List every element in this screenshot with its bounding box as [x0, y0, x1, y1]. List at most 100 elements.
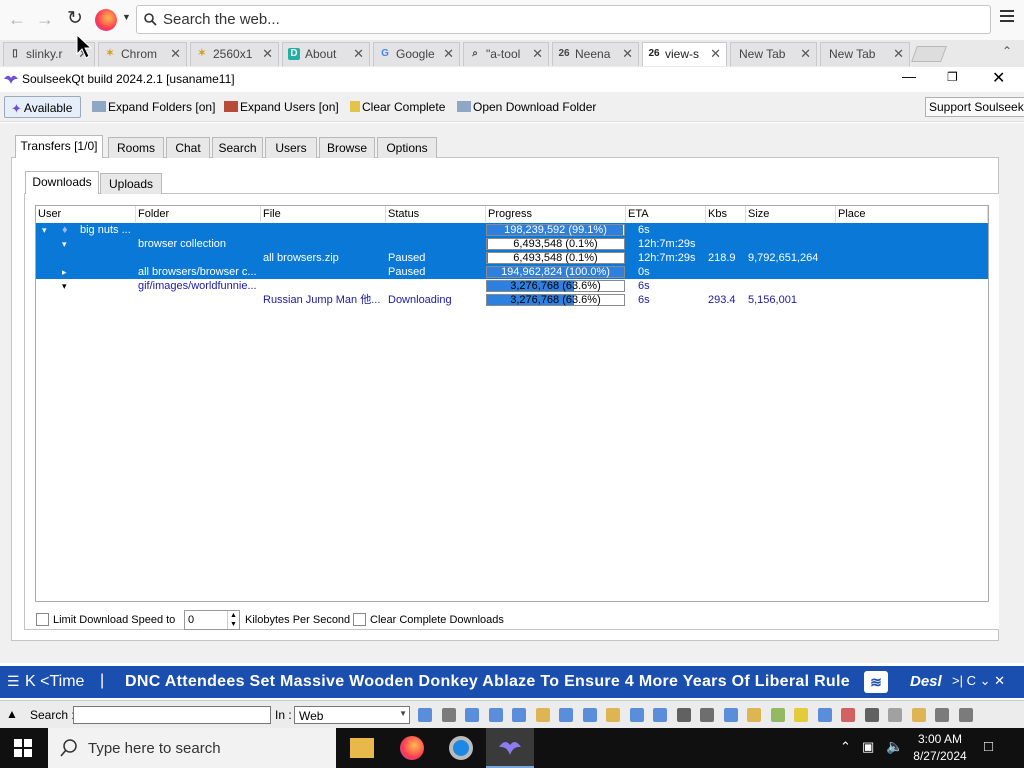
- table-row[interactable]: ▾ gif/images/worldfunnie... 3,276,768 (63.…: [36, 279, 988, 293]
- tree-expander-icon[interactable]: ▸: [62, 265, 67, 279]
- tab-close-icon[interactable]: ✕: [262, 46, 273, 62]
- clear-complete-button[interactable]: Clear Complete: [350, 96, 445, 118]
- folder-icon[interactable]: [535, 708, 550, 722]
- page-icon[interactable]: [441, 708, 456, 722]
- back-arrow-icon[interactable]: ←: [6, 8, 28, 30]
- browser-tab[interactable]: New Tab ✕: [820, 42, 910, 66]
- forward-arrow-icon[interactable]: →: [34, 8, 56, 30]
- support-soulseek-button[interactable]: Support Soulseek!: [925, 97, 1024, 117]
- tab-close-icon[interactable]: ✕: [353, 46, 364, 62]
- browser-tab[interactable]: New Tab ✕: [730, 42, 817, 66]
- tab-transfers[interactable]: Transfers [1/0]: [15, 135, 103, 158]
- tab-close-icon[interactable]: ✕: [170, 46, 181, 62]
- clipboard-icon[interactable]: [723, 708, 738, 722]
- minus-icon[interactable]: [911, 708, 926, 722]
- arrow-right-icon[interactable]: [958, 708, 973, 722]
- column-header-eta[interactable]: ETA: [626, 206, 706, 222]
- file-explorer-icon[interactable]: [350, 738, 374, 758]
- dictionary-icon[interactable]: [512, 708, 526, 722]
- battery-icon[interactable]: [864, 708, 879, 722]
- tab-close-icon[interactable]: ✕: [443, 46, 454, 62]
- diamond-icon[interactable]: [770, 708, 785, 722]
- tools-icon[interactable]: [888, 708, 902, 722]
- bulb-icon[interactable]: [794, 708, 808, 722]
- tab-rooms[interactable]: Rooms: [108, 137, 164, 158]
- browser-tab[interactable]: D About ✕: [282, 42, 370, 66]
- network-icon[interactable]: ▣: [862, 739, 874, 755]
- clock-time[interactable]: 3:00 AM: [914, 732, 966, 746]
- column-header-progress[interactable]: Progress: [486, 206, 626, 222]
- column-header-user[interactable]: User: [36, 206, 136, 222]
- notifications-icon[interactable]: □: [984, 738, 993, 755]
- url-search-box[interactable]: Search the web...: [136, 5, 991, 34]
- search-engine-select[interactable]: Web ▼: [294, 706, 410, 724]
- available-button[interactable]: ✦ Available: [4, 96, 82, 118]
- dollar-icon[interactable]: [817, 708, 832, 722]
- browser-tab[interactable]: 26 Neena ✕: [552, 42, 639, 66]
- rss-icon[interactable]: ≋: [864, 671, 888, 693]
- ribbon-icon[interactable]: [676, 708, 691, 722]
- tab-browse[interactable]: Browse: [319, 137, 375, 158]
- ticker-controls-icon[interactable]: >| C ⌄ ✕: [952, 673, 1005, 689]
- tab-close-icon[interactable]: ✕: [532, 46, 543, 62]
- browser-tab[interactable]: G Google ✕: [373, 42, 460, 66]
- users-icon[interactable]: [629, 708, 644, 722]
- history-icon[interactable]: [465, 708, 479, 722]
- table-row[interactable]: all browsers.zip Paused 6,493,548 (0.1%) 12…: [36, 251, 988, 265]
- windows-start-icon[interactable]: [14, 739, 32, 757]
- spin-arrows-icon[interactable]: ▲ ▼: [227, 611, 237, 629]
- reload-icon[interactable]: ↻: [64, 8, 86, 30]
- browser-tab[interactable]: 26 view-s ✕: [642, 42, 727, 66]
- tab-options[interactable]: Options: [377, 137, 437, 158]
- toolbar-search-input[interactable]: [73, 706, 271, 724]
- clock-date[interactable]: 8/27/2024: [910, 749, 970, 763]
- firefox-icon[interactable]: [400, 736, 424, 760]
- expand-folders-button[interactable]: Expand Folders [on]: [92, 96, 215, 118]
- column-header-size[interactable]: Size: [746, 206, 836, 222]
- stocks-icon[interactable]: [841, 708, 855, 722]
- open-download-folder-button[interactable]: Open Download Folder: [457, 96, 596, 118]
- chevron-down-icon[interactable]: ▼: [122, 12, 131, 22]
- tree-expander-icon[interactable]: ▾: [42, 223, 47, 237]
- tab-close-icon[interactable]: ✕: [710, 46, 721, 62]
- column-header-place[interactable]: Place: [836, 206, 988, 222]
- news-icon[interactable]: [582, 708, 597, 722]
- column-header-kbs[interactable]: Kbs: [706, 206, 746, 222]
- ticker-headline[interactable]: DNC Attendees Set Massive Wooden Donkey …: [125, 673, 850, 691]
- table-row[interactable]: ▸ all browsers/browser c... Paused 194,962,…: [36, 265, 988, 279]
- browser-tab[interactable]: ✶ 2560x1 ✕: [190, 42, 279, 66]
- limit-speed-checkbox[interactable]: [36, 613, 49, 626]
- menu-icon[interactable]: [1000, 10, 1014, 22]
- tab-downloads[interactable]: Downloads: [25, 171, 99, 194]
- column-header-file[interactable]: File: [261, 206, 386, 222]
- chromium-icon[interactable]: [449, 736, 473, 760]
- tab-chat[interactable]: Chat: [166, 137, 210, 158]
- expand-users-button[interactable]: Expand Users [on]: [224, 96, 339, 118]
- tab-overflow-icon[interactable]: ⌃: [1002, 44, 1012, 58]
- clear-complete-downloads-checkbox[interactable]: [353, 613, 366, 626]
- volume-muted-icon[interactable]: 🔈: [886, 738, 903, 755]
- tab-close-icon[interactable]: ✕: [893, 46, 904, 62]
- table-row[interactable]: ▾ browser collection 6,493,548 (0.1%) 12h:7…: [36, 237, 988, 251]
- cube-icon[interactable]: [700, 708, 714, 722]
- browser-tab[interactable]: ⌕ "a-tool ✕: [463, 42, 549, 66]
- translate-icon[interactable]: [488, 708, 503, 722]
- ticker-time-label[interactable]: K <Time: [25, 673, 84, 691]
- tab-search[interactable]: Search: [212, 137, 263, 158]
- column-header-folder[interactable]: Folder: [136, 206, 261, 222]
- speed-spinbox[interactable]: 0 ▲ ▼: [184, 610, 240, 630]
- tab-close-icon[interactable]: ✕: [800, 46, 811, 62]
- tab-close-icon[interactable]: ✕: [622, 46, 633, 62]
- ticker-menu-icon[interactable]: ☰: [7, 673, 20, 690]
- gift-icon[interactable]: [747, 708, 761, 722]
- bookmark-icon[interactable]: [606, 708, 620, 722]
- taskbar-search-box[interactable]: Type here to search: [48, 728, 336, 768]
- table-row[interactable]: Russian Jump Man 他... Downloading 3,276,76…: [36, 293, 988, 307]
- maximize-icon[interactable]: ❐: [947, 70, 958, 84]
- table-row[interactable]: ▾ ♦ big nuts ... 198,239,592 (99.1%) 6s: [36, 223, 988, 237]
- tree-expander-icon[interactable]: ▾: [62, 279, 67, 293]
- tree-expander-icon[interactable]: ▾: [62, 237, 67, 251]
- tab-users[interactable]: Users: [265, 137, 317, 158]
- new-tab-button[interactable]: [911, 46, 947, 62]
- minimize-icon[interactable]: —: [902, 68, 916, 84]
